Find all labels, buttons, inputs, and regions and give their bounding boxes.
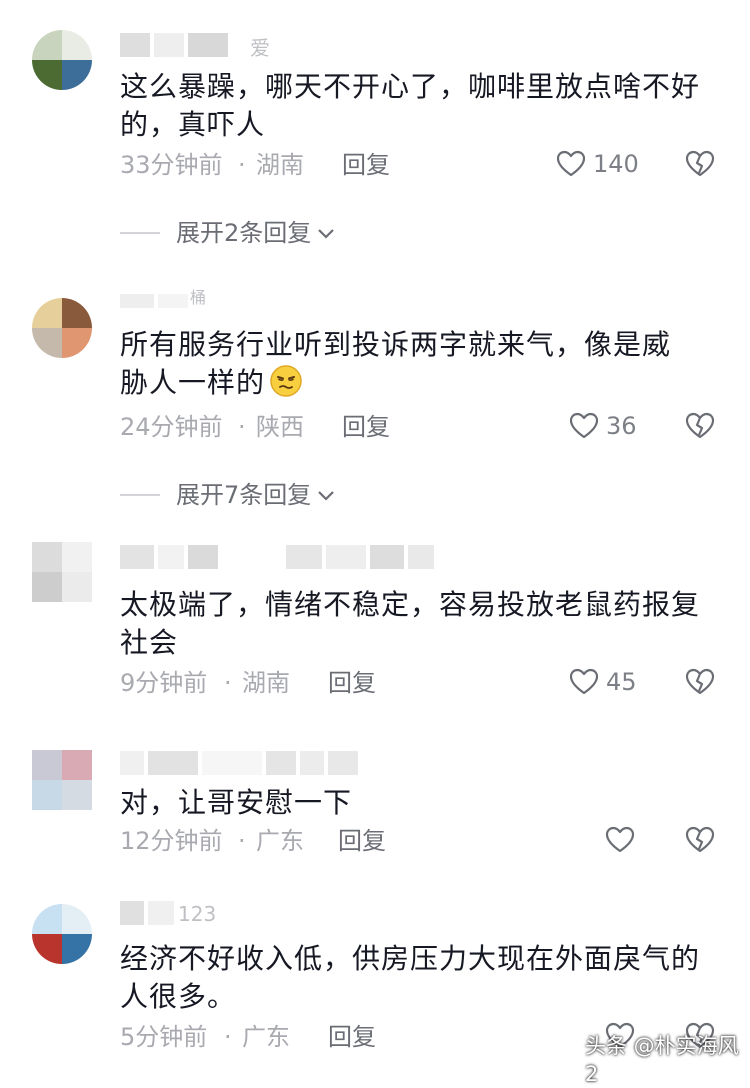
heart-icon	[569, 412, 599, 439]
dislike-icon[interactable]	[684, 148, 716, 180]
divider	[120, 232, 160, 234]
reply-button[interactable]: 回复	[328, 1022, 376, 1052]
comment-text: 这么暴躁，哪天不开心了，咖啡里放点啥不好的，真吓人	[120, 70, 701, 141]
expand-replies-button[interactable]: 展开2条回复	[120, 218, 337, 248]
heart-icon	[556, 150, 586, 177]
comment-location: 陕西	[256, 413, 304, 441]
reply-button[interactable]: 回复	[328, 668, 376, 698]
meta-separator: ·	[238, 151, 246, 179]
meta-separator: ·	[224, 1023, 232, 1051]
comment-text: 所有服务行业听到投诉两字就来气，像是威 胁人一样的	[120, 326, 710, 402]
comment-location: 湖南	[256, 151, 304, 179]
username-blurred[interactable]	[120, 748, 358, 778]
avatar[interactable]	[32, 30, 92, 90]
heart-icon	[569, 668, 599, 695]
username-fragment: 爱	[250, 36, 270, 60]
avatar[interactable]	[32, 750, 92, 810]
comment-time: 9分钟前	[120, 669, 208, 697]
comment-location: 湖南	[242, 669, 290, 697]
chevron-down-icon	[318, 229, 335, 239]
username-blurred[interactable]	[120, 898, 174, 928]
like-button[interactable]: 36	[568, 410, 637, 442]
like-button[interactable]: 45	[568, 666, 637, 698]
comment-time: 12分钟前	[120, 827, 223, 855]
comment-text-line: 所有服务行业听到投诉两字就来气，像是威	[120, 328, 672, 361]
expand-replies-label: 展开7条回复	[176, 481, 312, 509]
chevron-down-icon	[318, 491, 335, 501]
comment-time: 5分钟前	[120, 1023, 208, 1051]
like-button[interactable]	[604, 824, 636, 856]
meta-separator: ·	[238, 413, 246, 441]
username-fragment: 123	[178, 902, 217, 926]
comment-time: 24分钟前	[120, 413, 223, 441]
meta-separator: ·	[238, 827, 246, 855]
username-blurred[interactable]	[120, 542, 434, 572]
comment-text: 经济不好收入低，供房压力大现在外面戾气的人很多。	[120, 942, 701, 1013]
expand-replies-label: 展开2条回复	[176, 219, 312, 247]
divider	[120, 494, 160, 496]
dislike-icon[interactable]	[684, 666, 716, 698]
like-button[interactable]: 140	[555, 148, 639, 180]
dislike-icon[interactable]	[684, 410, 716, 442]
like-count: 45	[606, 668, 637, 696]
watermark: 头条 @朴实海风2	[585, 1034, 739, 1086]
reply-button[interactable]: 回复	[338, 826, 386, 856]
comment-text: 对，让哥安慰一下	[120, 786, 353, 819]
avatar[interactable]	[32, 904, 92, 964]
username-blurred[interactable]	[120, 30, 228, 60]
expand-replies-button[interactable]: 展开7条回复	[120, 480, 337, 510]
username-blurred[interactable]	[120, 286, 188, 316]
avatar[interactable]	[32, 542, 92, 602]
like-count: 36	[606, 412, 637, 440]
meta-separator: ·	[224, 669, 232, 697]
comment-text-line: 胁人一样的	[120, 366, 266, 399]
smirk-emoji-icon	[270, 365, 302, 397]
reply-button[interactable]: 回复	[342, 412, 390, 442]
heart-icon	[605, 826, 635, 853]
username-fragment: 桶	[190, 288, 207, 307]
comment-text: 太极端了，情绪不稳定，容易投放老鼠药报复社会	[120, 588, 701, 659]
comment-time: 33分钟前	[120, 151, 223, 179]
comment-location: 广东	[256, 827, 304, 855]
comment-location: 广东	[242, 1023, 290, 1051]
dislike-icon[interactable]	[684, 824, 716, 856]
like-count: 140	[593, 150, 639, 178]
reply-button[interactable]: 回复	[342, 150, 390, 180]
avatar[interactable]	[32, 298, 92, 358]
